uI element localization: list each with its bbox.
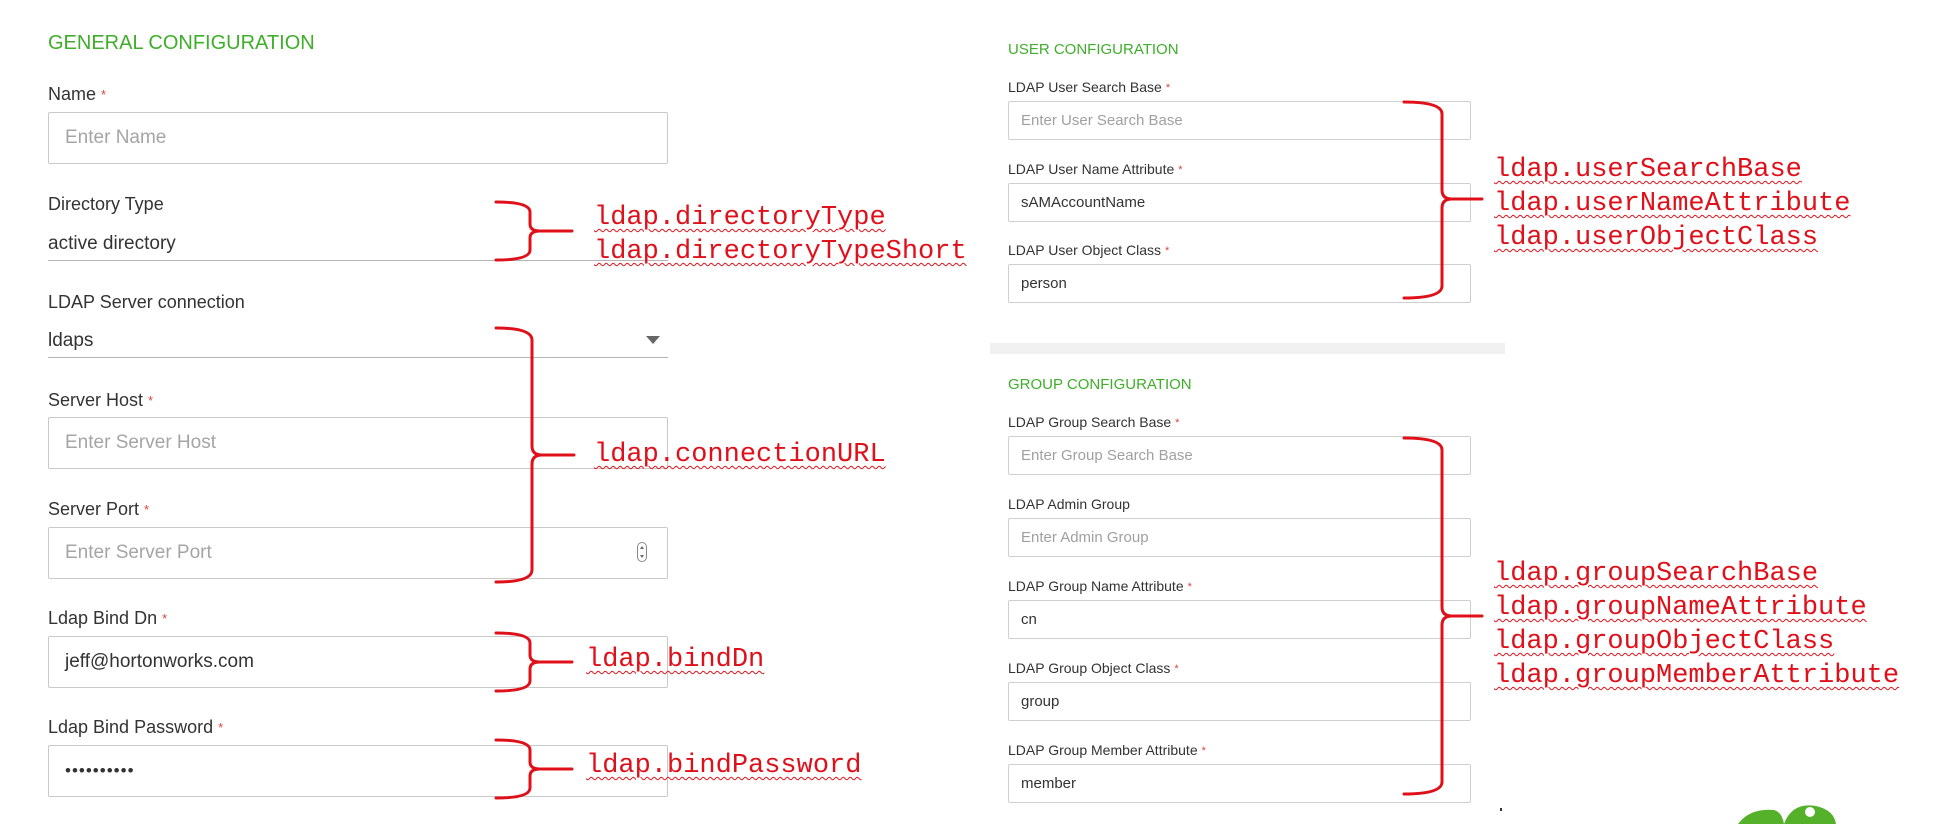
annotation-brace bbox=[1402, 100, 1484, 300]
user-search-base-label: LDAP User Search Base * bbox=[1008, 79, 1171, 95]
required-asterisk: * bbox=[1187, 581, 1192, 593]
annotation-directory-type-short: ldap.directoryTypeShort bbox=[594, 237, 967, 267]
group-search-base-label: LDAP Group Search Base * bbox=[1008, 414, 1180, 430]
required-asterisk: * bbox=[1174, 663, 1179, 675]
server-host-label: Server Host * bbox=[48, 390, 154, 410]
user-object-class-label: LDAP User Object Class * bbox=[1008, 242, 1170, 258]
server-port-label: Server Port * bbox=[48, 499, 150, 519]
directory-type-label: Directory Type bbox=[48, 194, 164, 214]
user-config-title: USER CONFIGURATION bbox=[1008, 41, 1179, 58]
server-connection-value: ldaps bbox=[48, 330, 94, 351]
bind-password-label: Ldap Bind Password * bbox=[48, 717, 224, 737]
annotation-brace bbox=[494, 326, 576, 584]
user-name-attribute-label: LDAP User Name Attribute * bbox=[1008, 161, 1183, 177]
annotation-connection-url: ldap.connectionURL bbox=[594, 440, 886, 470]
name-label: Name * bbox=[48, 84, 107, 104]
annotation-bind-password: ldap.bindPassword bbox=[586, 751, 862, 781]
required-asterisk: * bbox=[1201, 745, 1206, 757]
required-asterisk: * bbox=[1175, 417, 1180, 429]
name-input[interactable]: Enter Name bbox=[48, 112, 668, 164]
bind-dn-label: Ldap Bind Dn * bbox=[48, 608, 168, 628]
required-asterisk: * bbox=[144, 502, 150, 517]
annotation-bind-dn: ldap.bindDn bbox=[586, 645, 765, 675]
stepper-icon[interactable] bbox=[637, 542, 647, 562]
admin-group-label: LDAP Admin Group bbox=[1008, 496, 1130, 512]
group-config-title: GROUP CONFIGURATION bbox=[1008, 376, 1192, 393]
required-asterisk: * bbox=[162, 611, 168, 626]
chevron-down-icon[interactable] bbox=[646, 336, 660, 344]
required-asterisk: * bbox=[1165, 82, 1171, 94]
annotation-brace bbox=[494, 738, 574, 800]
annotation-directory-type: ldap.directoryType bbox=[594, 203, 886, 233]
group-member-attribute-label: LDAP Group Member Attribute * bbox=[1008, 742, 1206, 758]
general-config-title: GENERAL CONFIGURATION bbox=[48, 32, 315, 54]
directory-type-value: active directory bbox=[48, 233, 176, 254]
annotation-group-search-base: ldap.groupSearchBase bbox=[1494, 559, 1819, 589]
required-asterisk: * bbox=[1178, 164, 1183, 176]
required-asterisk: * bbox=[101, 87, 107, 102]
required-asterisk: * bbox=[1165, 245, 1170, 257]
group-name-attribute-label: LDAP Group Name Attribute * bbox=[1008, 578, 1192, 594]
required-asterisk: * bbox=[218, 720, 224, 735]
required-asterisk: * bbox=[148, 393, 154, 408]
group-object-class-label: LDAP Group Object Class * bbox=[1008, 660, 1179, 676]
annotation-group-member-attribute: ldap.groupMemberAttribute bbox=[1494, 661, 1900, 691]
annotation-user-search-base: ldap.userSearchBase bbox=[1494, 155, 1802, 185]
annotation-user-object-class: ldap.userObjectClass bbox=[1494, 223, 1819, 253]
annotation-group-object-class: ldap.groupObjectClass bbox=[1494, 627, 1835, 657]
cursor-mark bbox=[1500, 808, 1502, 811]
annotation-group-name-attribute: ldap.groupNameAttribute bbox=[1494, 593, 1867, 623]
annotation-user-name-attribute: ldap.userNameAttribute bbox=[1494, 189, 1851, 219]
annotation-brace bbox=[1402, 436, 1484, 796]
annotation-brace bbox=[494, 200, 574, 262]
annotation-brace bbox=[494, 631, 574, 693]
section-divider bbox=[990, 343, 1505, 354]
server-connection-label: LDAP Server connection bbox=[48, 292, 245, 312]
hortonworks-logo bbox=[1738, 805, 1836, 824]
